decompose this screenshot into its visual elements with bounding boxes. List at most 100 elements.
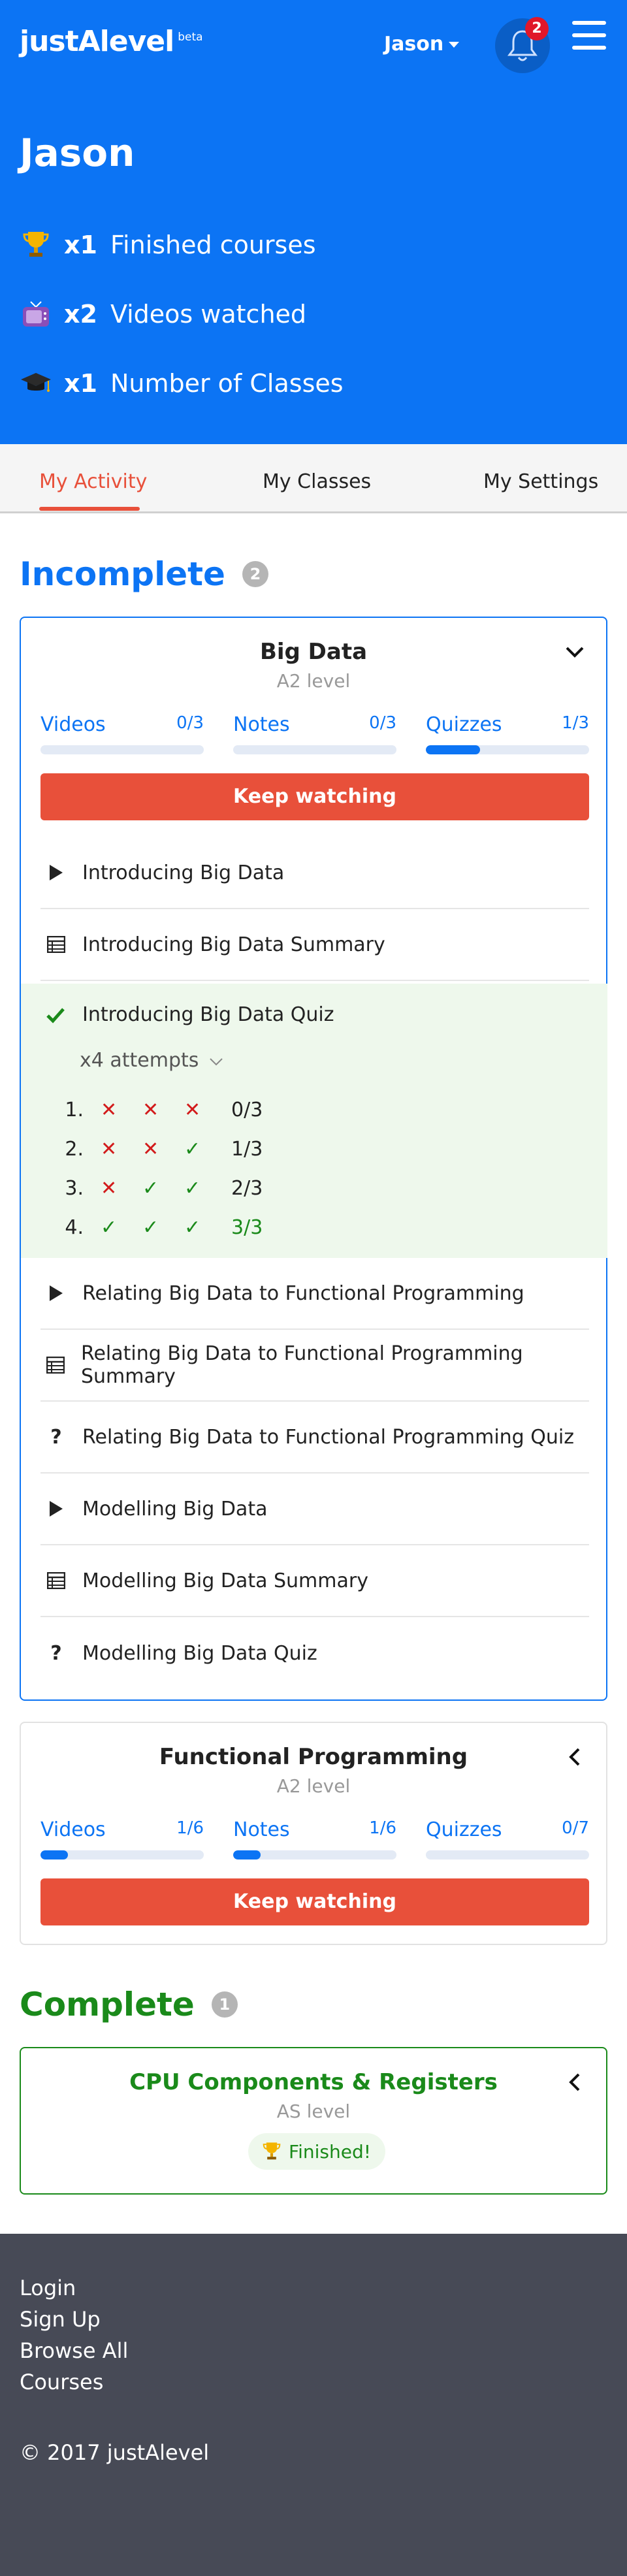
lesson-title: Relating Big Data to Functional Programm… (82, 1281, 524, 1305)
profile-header: justAlevel beta Jason 2 Jason x1 Finished… (0, 0, 627, 444)
user-menu-name: Jason (384, 33, 444, 56)
notes-icon (46, 1572, 67, 1589)
lesson-item[interactable]: Modelling Big Data Summary (40, 1545, 589, 1617)
correct-icon: ✓ (142, 1216, 159, 1239)
course-card-cpu-components: CPU Components & Registers AS level Fini… (20, 2047, 607, 2195)
tab-my-classes[interactable]: My Classes (263, 470, 371, 493)
caret-down-icon (449, 42, 460, 48)
finished-label: Finished! (289, 2140, 371, 2163)
active-tab-indicator (39, 507, 140, 511)
progress-quizzes: Quizzes 0/7 (426, 1818, 589, 1860)
tab-my-activity[interactable]: My Activity (39, 470, 147, 493)
footer-link-browse-all[interactable]: Browse All (20, 2338, 128, 2363)
footer-link-signup[interactable]: Sign Up (20, 2307, 101, 2332)
footer-link-courses[interactable]: Courses (20, 2370, 103, 2394)
progress-value: 1/6 (176, 1818, 204, 1838)
attempt-number: 3. (65, 1177, 84, 1200)
progress-notes: Notes 1/6 (233, 1818, 396, 1860)
correct-icon: ✓ (184, 1138, 201, 1161)
progress-label: Quizzes (426, 1818, 502, 1841)
stat-finished-courses: x1 Finished courses (20, 229, 316, 261)
quiz-attempts-panel: Introducing Big Data Quiz x4 attempts 1.… (21, 984, 607, 1258)
attempts-toggle[interactable]: x4 attempts (80, 1049, 223, 1072)
incomplete-section-title: Incomplete 2 (20, 555, 268, 593)
attempt-row: 2. ✕ ✕ ✓ 1/3 (60, 1138, 263, 1161)
attempt-number: 2. (65, 1138, 84, 1161)
wrong-icon: ✕ (101, 1177, 118, 1200)
lesson-item[interactable]: Modelling Big Data (40, 1473, 589, 1545)
trophy-icon (263, 2142, 281, 2161)
course-level: A2 level (276, 670, 351, 692)
progress-value: 1/3 (562, 713, 589, 733)
lesson-title: Relating Big Data to Functional Programm… (80, 1342, 523, 1388)
lesson-item[interactable]: ? Relating Big Data to Functional Progra… (40, 1402, 589, 1473)
tab-my-settings[interactable]: My Settings (483, 470, 598, 493)
lesson-item[interactable]: Relating Big Data to Functional Programm… (40, 1258, 589, 1330)
course-title[interactable]: CPU Components & Registers (21, 2069, 606, 2095)
question-icon: ? (50, 1641, 62, 1665)
complete-section-title: Complete 1 (20, 1986, 238, 2023)
site-logo[interactable]: justAlevel beta (20, 25, 203, 58)
stat-count: x1 (64, 369, 97, 398)
progress-label: Videos (40, 1818, 106, 1841)
lesson-item[interactable]: Introducing Big Data (40, 837, 589, 909)
progress-value: 0/3 (176, 713, 204, 733)
section-heading: Complete (20, 1986, 195, 2023)
attempt-score: 1/3 (231, 1138, 263, 1161)
lesson-item[interactable]: Relating Big Data to Functional Programm… (40, 1330, 589, 1402)
keep-watching-button[interactable]: Keep watching (40, 1878, 589, 1925)
lesson-title: Introducing Big Data (82, 861, 285, 884)
course-title[interactable]: Big Data (21, 639, 606, 665)
notes-icon (46, 1357, 65, 1374)
progress-label: Quizzes (426, 713, 502, 736)
course-level: A2 level (276, 1775, 351, 1797)
correct-icon: ✓ (101, 1216, 118, 1239)
chevron-left-icon[interactable] (564, 1747, 585, 1770)
progress-notes: Notes 0/3 (233, 713, 396, 754)
progress-videos: Videos 0/3 (40, 713, 204, 754)
attempt-score: 0/3 (231, 1099, 263, 1121)
progress-value: 0/3 (369, 713, 396, 733)
correct-icon: ✓ (184, 1177, 201, 1200)
lesson-item[interactable]: ? Modelling Big Data Quiz (40, 1617, 589, 1689)
check-icon (46, 1006, 67, 1023)
question-icon: ? (50, 1425, 62, 1449)
attempt-score: 2/3 (231, 1177, 263, 1200)
graduation-cap-icon (20, 367, 52, 400)
lesson-title: Introducing Big Data Quiz (82, 1003, 334, 1026)
play-icon (46, 1500, 67, 1518)
profile-name: Jason (20, 131, 135, 175)
lesson-item-quiz-completed[interactable]: Introducing Big Data Quiz (46, 1003, 334, 1026)
attempts-label: x4 attempts (80, 1049, 199, 1072)
beta-badge: beta (178, 31, 203, 44)
footer-link-login[interactable]: Login (20, 2276, 76, 2300)
menu-hamburger-icon[interactable] (572, 21, 606, 50)
lesson-title: Relating Big Data to Functional Programm… (82, 1425, 574, 1449)
stat-videos-watched: x2 Videos watched (20, 298, 306, 330)
course-card-big-data: Big Data A2 level Videos 0/3 Notes 0/3 Qui… (20, 617, 607, 1701)
keep-watching-button[interactable]: Keep watching (40, 773, 589, 820)
stat-count: x2 (64, 300, 97, 329)
lesson-item[interactable]: Introducing Big Data Summary (40, 909, 589, 981)
chevron-down-icon (210, 1058, 223, 1066)
attempt-row: 3. ✕ ✓ ✓ 2/3 (60, 1177, 263, 1200)
stat-number-of-classes: x1 Number of Classes (20, 367, 344, 400)
chevron-left-icon[interactable] (564, 2072, 585, 2095)
course-title[interactable]: Functional Programming (21, 1744, 606, 1770)
wrong-icon: ✕ (101, 1099, 118, 1121)
progress-fill (233, 1850, 261, 1860)
chevron-down-icon[interactable] (564, 641, 585, 665)
wrong-icon: ✕ (184, 1099, 201, 1121)
attempt-row: 4. ✓ ✓ ✓ 3/3 (60, 1216, 263, 1239)
course-card-functional-programming: Functional Programming A2 level Videos 1/… (20, 1722, 607, 1945)
correct-icon: ✓ (184, 1216, 201, 1239)
attempt-number: 1. (65, 1099, 84, 1121)
correct-icon: ✓ (142, 1177, 159, 1200)
user-menu-dropdown[interactable]: Jason (384, 33, 460, 56)
play-icon (46, 1284, 67, 1302)
notifications-button[interactable]: 2 (495, 17, 550, 73)
stat-label: Number of Classes (110, 369, 344, 398)
trophy-icon (20, 229, 52, 261)
section-heading: Incomplete (20, 555, 225, 593)
course-level: AS level (276, 2101, 351, 2122)
